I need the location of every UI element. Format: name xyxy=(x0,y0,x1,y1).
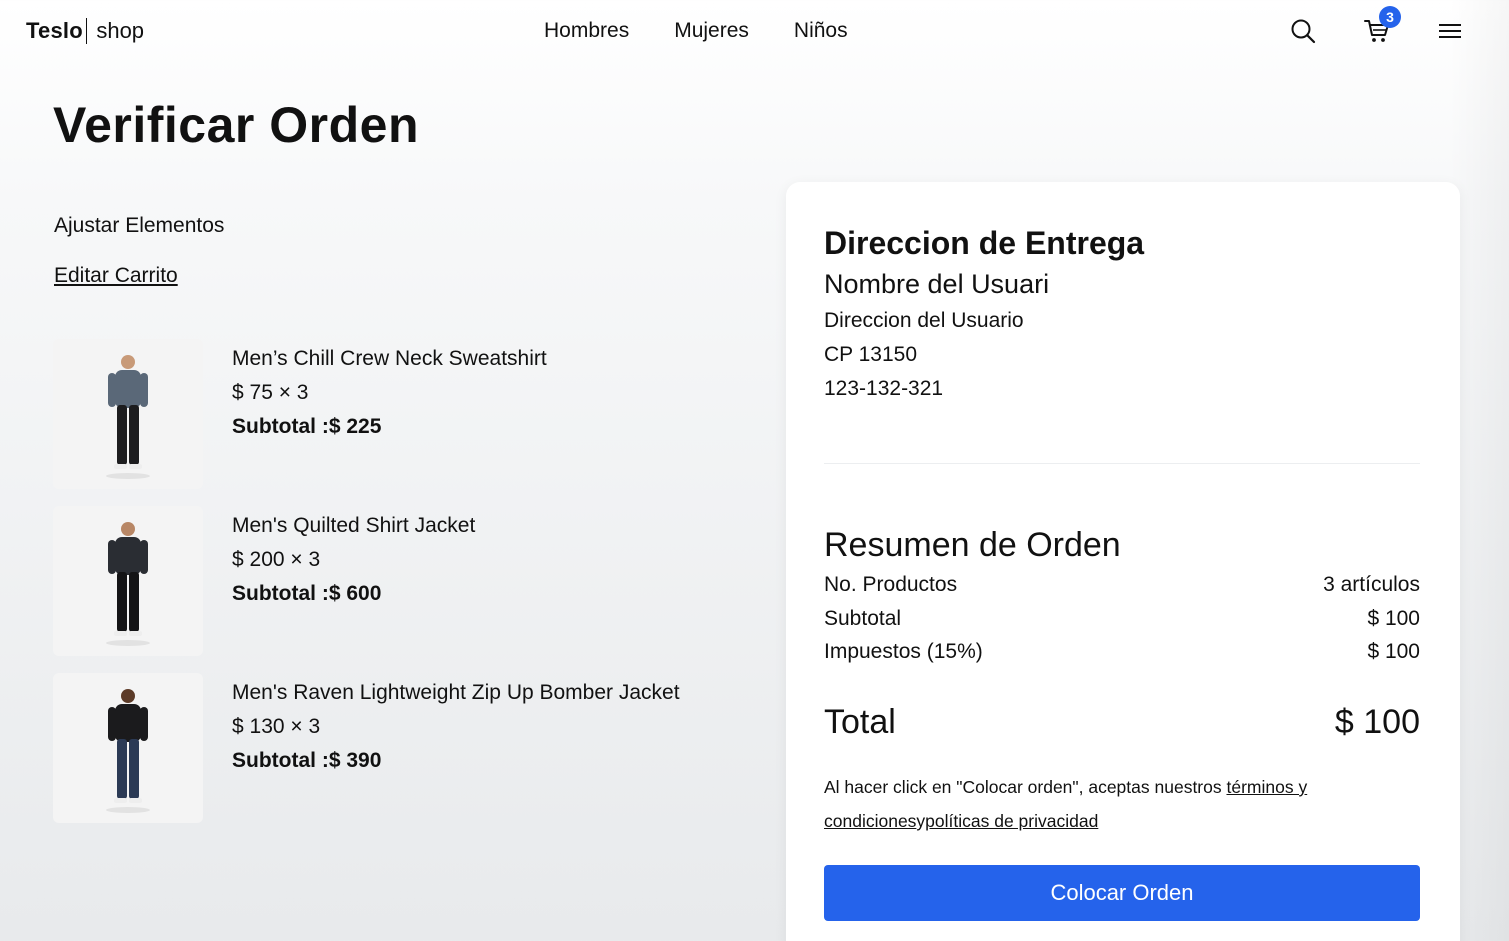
user-zip: CP 13150 xyxy=(824,343,918,366)
item-subtotal: Subtotal :$ 600 xyxy=(232,582,382,605)
cart-count-badge: 3 xyxy=(1379,6,1401,28)
item-subtotal: Subtotal :$ 225 xyxy=(232,415,382,438)
item-name: Men’s Chill Crew Neck Sweatshirt xyxy=(232,347,547,370)
place-order-button[interactable]: Colocar Orden xyxy=(824,865,1420,921)
item-info: Men’s Chill Crew Neck Sweatshirt $ 75 × … xyxy=(232,342,692,444)
nav-link-hombres[interactable]: Hombres xyxy=(544,19,629,43)
item-name: Men's Raven Lightweight Zip Up Bomber Ja… xyxy=(232,681,680,704)
item-info: Men's Raven Lightweight Zip Up Bomber Ja… xyxy=(232,676,692,778)
card-divider xyxy=(824,463,1420,464)
logo[interactable]: Teslo shop xyxy=(26,18,144,44)
item-info: Men's Quilted Shirt Jacket $ 200 × 3 Sub… xyxy=(232,509,692,611)
privacy-link[interactable]: políticas de privacidad xyxy=(925,811,1098,831)
person-photo-icon xyxy=(106,355,150,479)
delivery-address-title: Direccion de Entrega xyxy=(824,225,1145,261)
summary-row-products: No. Productos 3 artículos xyxy=(824,568,1420,602)
edit-cart-link[interactable]: Editar Carrito xyxy=(54,264,178,288)
page-title: Verificar Orden xyxy=(53,97,419,153)
order-summary: Resumen de Orden No. Productos 3 artícul… xyxy=(824,522,1420,745)
item-name: Men's Quilted Shirt Jacket xyxy=(232,514,476,537)
search-button[interactable] xyxy=(1286,14,1320,48)
order-summary-title: Resumen de Orden xyxy=(824,526,1121,564)
menu-button[interactable] xyxy=(1433,14,1467,48)
summary-row-subtotal: Subtotal $ 100 xyxy=(824,602,1420,636)
product-image[interactable] xyxy=(53,673,203,823)
delivery-address: Direccion de Entrega Nombre del Usuari D… xyxy=(824,222,1420,406)
legal-notice: Al hacer click en "Colocar orden", acept… xyxy=(824,770,1420,838)
hamburger-icon xyxy=(1439,24,1461,38)
user-address: Direccion del Usuario xyxy=(824,309,1024,332)
total-label: Total xyxy=(824,702,896,741)
logo-light-text: shop xyxy=(96,18,145,43)
top-navbar: Teslo shop Hombres Mujeres Niños 3 xyxy=(0,0,1509,64)
tax-value: $ 100 xyxy=(1367,640,1420,663)
summary-row-total: Total $ 100 xyxy=(824,699,1420,745)
search-icon xyxy=(1291,19,1316,44)
item-price-qty: $ 130 × 3 xyxy=(232,715,321,738)
person-photo-icon xyxy=(106,522,150,646)
tax-label: Impuestos (15%) xyxy=(824,640,983,663)
nav-link-mujeres[interactable]: Mujeres xyxy=(674,19,749,43)
person-photo-icon xyxy=(106,689,150,813)
category-menu: Hombres Mujeres Niños xyxy=(544,19,848,43)
legal-prefix: Al hacer click en "Colocar orden", acept… xyxy=(824,777,1227,797)
logo-bold-text: Teslo xyxy=(26,18,83,43)
product-image[interactable] xyxy=(53,506,203,656)
nav-link-ninos[interactable]: Niños xyxy=(794,19,848,43)
adjust-items-label: Ajustar Elementos xyxy=(54,214,225,237)
products-count-value: 3 artículos xyxy=(1323,573,1420,596)
checkout-card: Direccion de Entrega Nombre del Usuari D… xyxy=(786,182,1460,941)
total-value: $ 100 xyxy=(1334,702,1420,741)
item-price-qty: $ 200 × 3 xyxy=(232,548,321,571)
products-count-label: No. Productos xyxy=(824,573,958,596)
user-phone: 123-132-321 xyxy=(824,377,944,400)
logo-separator xyxy=(85,18,88,44)
subtotal-value: $ 100 xyxy=(1367,606,1420,630)
legal-joiner: y xyxy=(916,811,926,831)
item-price-qty: $ 75 × 3 xyxy=(232,381,309,404)
summary-row-tax: Impuestos (15%) $ 100 xyxy=(824,635,1420,669)
user-name: Nombre del Usuari xyxy=(824,269,1050,299)
item-subtotal: Subtotal :$ 390 xyxy=(232,749,382,772)
product-image[interactable] xyxy=(53,339,203,489)
subtotal-label: Subtotal xyxy=(824,606,902,630)
